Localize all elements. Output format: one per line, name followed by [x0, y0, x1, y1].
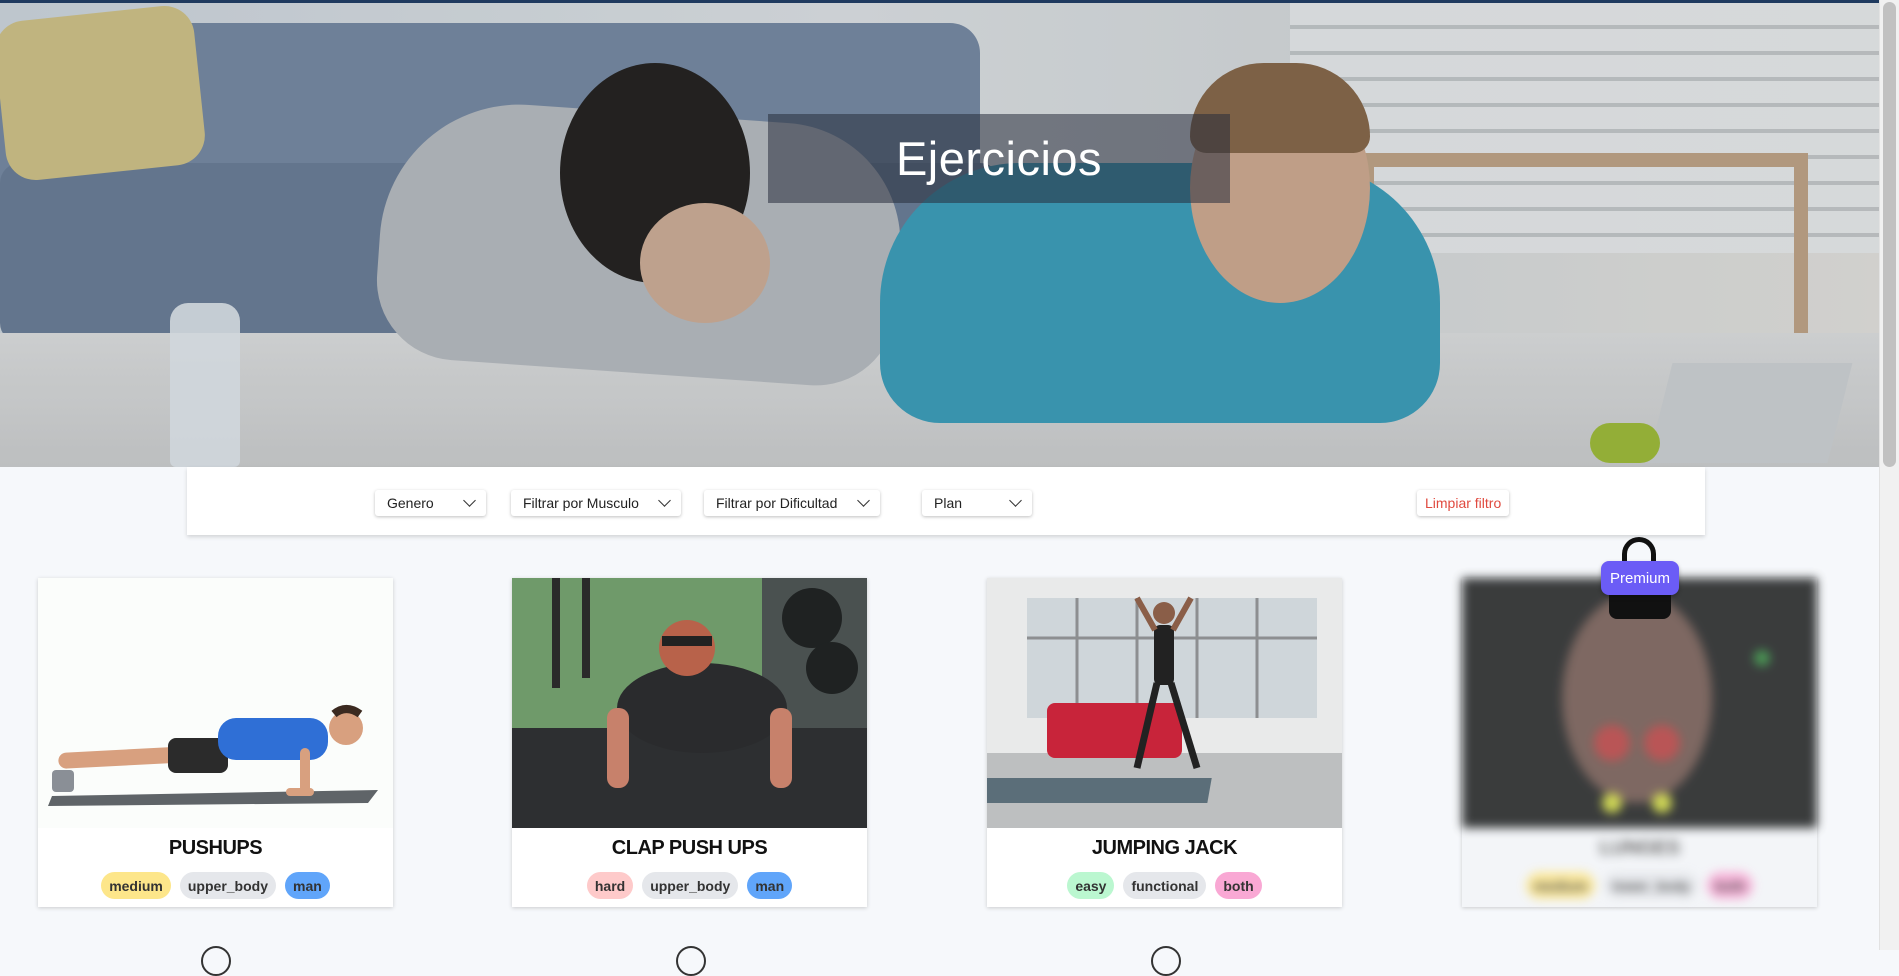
exercise-card-clap-push-ups[interactable]: CLAP PUSH UPS hard upper_body man	[512, 578, 867, 907]
exercise-tags: medium lower_body both	[1462, 872, 1817, 899]
gender-filter-dropdown[interactable]: Genero	[375, 490, 486, 516]
next-row-card-peek	[201, 946, 231, 976]
exercise-title: PUSHUPS	[168, 837, 263, 859]
gender-tag: man	[285, 872, 330, 899]
difficulty-filter-label: Filtrar por Dificultad	[716, 495, 838, 511]
exercise-card-pushups[interactable]: PUSHUPS medium upper_body man	[38, 578, 393, 907]
hero-title-box: Ejercicios	[768, 114, 1230, 203]
pushups-illustration	[38, 578, 393, 828]
exercise-image	[512, 578, 867, 828]
filter-bar: Genero Filtrar por Musculo Filtrar por D…	[187, 467, 1705, 535]
exercise-card-jumping-jack[interactable]: JUMPING JACK easy functional both	[987, 578, 1342, 907]
chevron-down-icon	[857, 494, 870, 507]
muscle-filter-dropdown[interactable]: Filtrar por Musculo	[511, 490, 681, 516]
exercise-image	[987, 578, 1342, 828]
next-row-card-peek	[676, 946, 706, 976]
exercise-title: CLAP PUSH UPS	[611, 837, 768, 859]
gender-tag: both	[1707, 872, 1754, 899]
exercise-tags: easy functional both	[987, 872, 1342, 899]
clear-filter-button[interactable]: Limpiar filtro	[1417, 490, 1510, 516]
chevron-down-icon	[658, 494, 671, 507]
chevron-down-icon	[1009, 494, 1022, 507]
exercise-image	[38, 578, 393, 828]
gender-filter-label: Genero	[387, 495, 434, 511]
muscle-tag: functional	[1123, 872, 1207, 899]
exercise-title: JUMPING JACK	[1091, 837, 1238, 859]
exercise-title: LUNGES	[1599, 837, 1680, 859]
gender-tag: man	[747, 872, 793, 899]
exercise-card-locked[interactable]: LUNGES medium lower_body both	[1462, 578, 1817, 907]
muscle-tag: upper_body	[179, 872, 276, 899]
difficulty-tag: medium	[101, 872, 171, 899]
scrollbar-track[interactable]	[1879, 0, 1899, 950]
plan-filter-label: Plan	[934, 495, 963, 511]
hero-overlay	[0, 3, 1880, 467]
exercise-tags: medium upper_body man	[38, 872, 393, 899]
difficulty-tag: medium	[1525, 872, 1596, 899]
chevron-down-icon	[463, 494, 476, 507]
next-row-card-peek	[1151, 946, 1181, 976]
jumping-jack-photo	[987, 578, 1342, 828]
gender-tag: both	[1215, 872, 1262, 899]
muscle-filter-label: Filtrar por Musculo	[523, 495, 639, 511]
page-title: Ejercicios	[895, 132, 1103, 185]
scrollbar-thumb[interactable]	[1883, 2, 1896, 467]
exercise-tags: hard upper_body man	[512, 872, 867, 899]
hero-banner: Ejercicios	[0, 3, 1880, 467]
plan-filter-dropdown[interactable]: Plan	[922, 490, 1032, 516]
clap-push-ups-photo	[512, 578, 867, 828]
muscle-tag: upper_body	[642, 872, 739, 899]
muscle-tag: lower_body	[1604, 872, 1699, 899]
difficulty-tag: hard	[586, 872, 634, 899]
difficulty-filter-dropdown[interactable]: Filtrar por Dificultad	[704, 490, 880, 516]
difficulty-tag: easy	[1067, 872, 1115, 899]
premium-badge[interactable]: Premium	[1601, 561, 1679, 595]
